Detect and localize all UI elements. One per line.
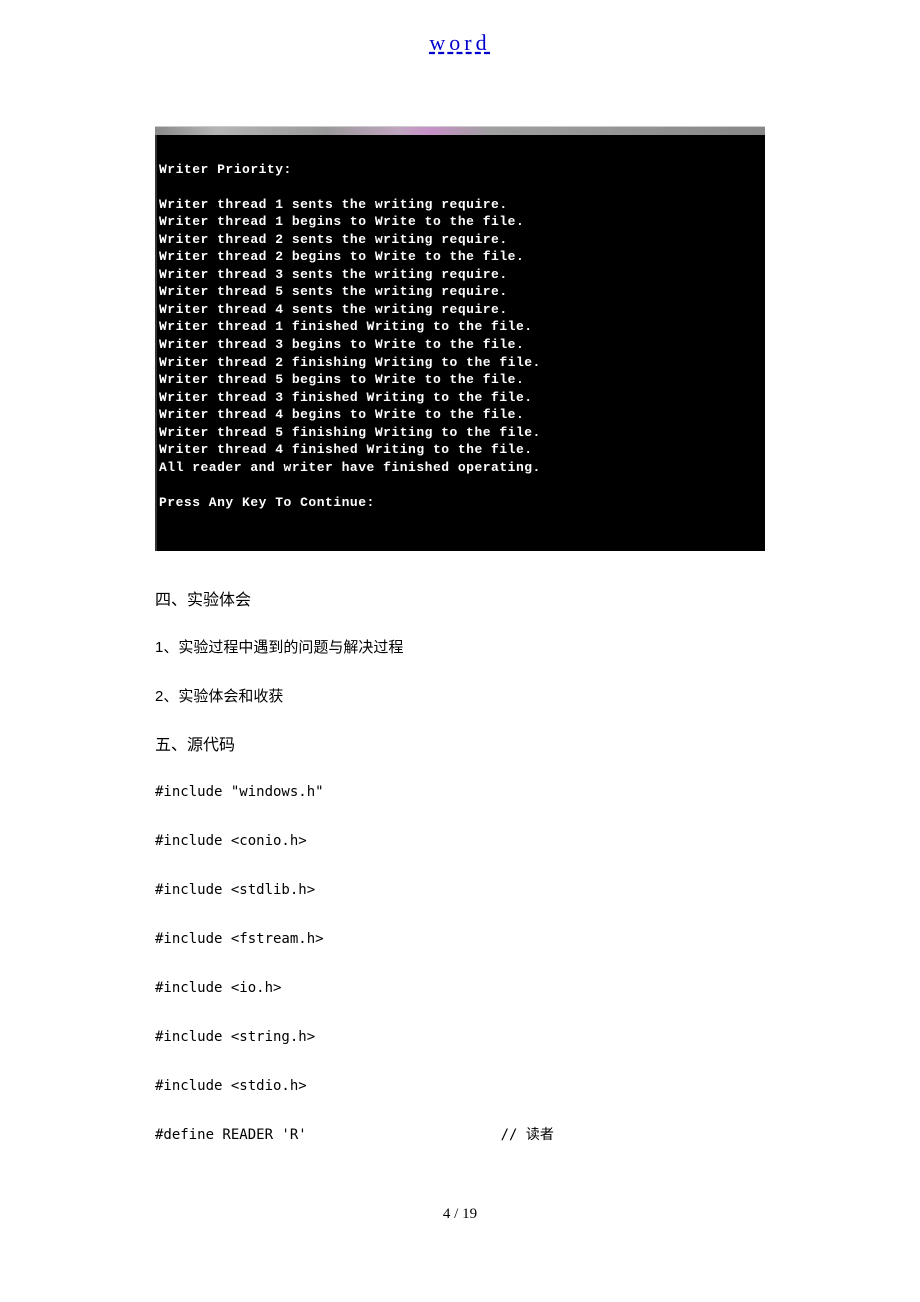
- document-page: word Writer Priority: Writer thread 1 se…: [0, 0, 920, 1273]
- document-body: 四、实验体会 1、实验过程中遇到的问题与解决过程 2、实验体会和收获 五、源代码…: [155, 589, 765, 1146]
- terminal-line: Writer thread 3 begins to Write to the f…: [159, 337, 524, 352]
- code-line: #include <stdio.h>: [155, 1076, 765, 1097]
- terminal-line: Writer thread 2 finishing Writing to the…: [159, 355, 541, 370]
- terminal-line: Writer thread 3 sents the writing requir…: [159, 267, 508, 282]
- code-line: #define READER 'R' // 读者: [155, 1125, 765, 1146]
- section-heading-4: 四、实验体会: [155, 589, 765, 613]
- page-number: 4 / 19: [155, 1206, 765, 1223]
- paragraph-1: 1、实验过程中遇到的问题与解决过程: [155, 637, 765, 660]
- terminal-line: All reader and writer have finished oper…: [159, 460, 541, 475]
- terminal-line: Writer thread 5 finishing Writing to the…: [159, 425, 541, 440]
- code-line: #include <fstream.h>: [155, 929, 765, 950]
- terminal-line: Writer thread 1 finished Writing to the …: [159, 319, 533, 334]
- code-line: #include <stdlib.h>: [155, 880, 765, 901]
- terminal-titlebar: [155, 126, 765, 135]
- terminal-output: Writer Priority: Writer thread 1 sents t…: [155, 135, 765, 551]
- terminal-line: Writer thread 1 begins to Write to the f…: [159, 214, 524, 229]
- code-line: #include "windows.h": [155, 782, 765, 803]
- section-heading-5: 五、源代码: [155, 734, 765, 758]
- terminal-line: Writer thread 2 begins to Write to the f…: [159, 249, 524, 264]
- terminal-line: Writer thread 3 finished Writing to the …: [159, 390, 533, 405]
- paragraph-2: 2、实验体会和收获: [155, 686, 765, 709]
- terminal-line: Writer Priority:: [159, 162, 292, 177]
- terminal-line: Press Any Key To Continue:: [159, 495, 375, 510]
- terminal-line: Writer thread 2 sents the writing requir…: [159, 232, 508, 247]
- terminal-line: Writer thread 4 finished Writing to the …: [159, 442, 533, 457]
- terminal-line: Writer thread 5 sents the writing requir…: [159, 284, 508, 299]
- terminal-line: Writer thread 5 begins to Write to the f…: [159, 372, 524, 387]
- code-line: #include <io.h>: [155, 978, 765, 999]
- code-line: #include <conio.h>: [155, 831, 765, 852]
- code-line: #include <string.h>: [155, 1027, 765, 1048]
- terminal-line: Writer thread 1 sents the writing requir…: [159, 197, 508, 212]
- terminal-screenshot: Writer Priority: Writer thread 1 sents t…: [155, 126, 765, 551]
- page-header: word: [155, 30, 765, 56]
- terminal-line: Writer thread 4 sents the writing requir…: [159, 302, 508, 317]
- terminal-line: Writer thread 4 begins to Write to the f…: [159, 407, 524, 422]
- word-link[interactable]: word: [429, 30, 490, 55]
